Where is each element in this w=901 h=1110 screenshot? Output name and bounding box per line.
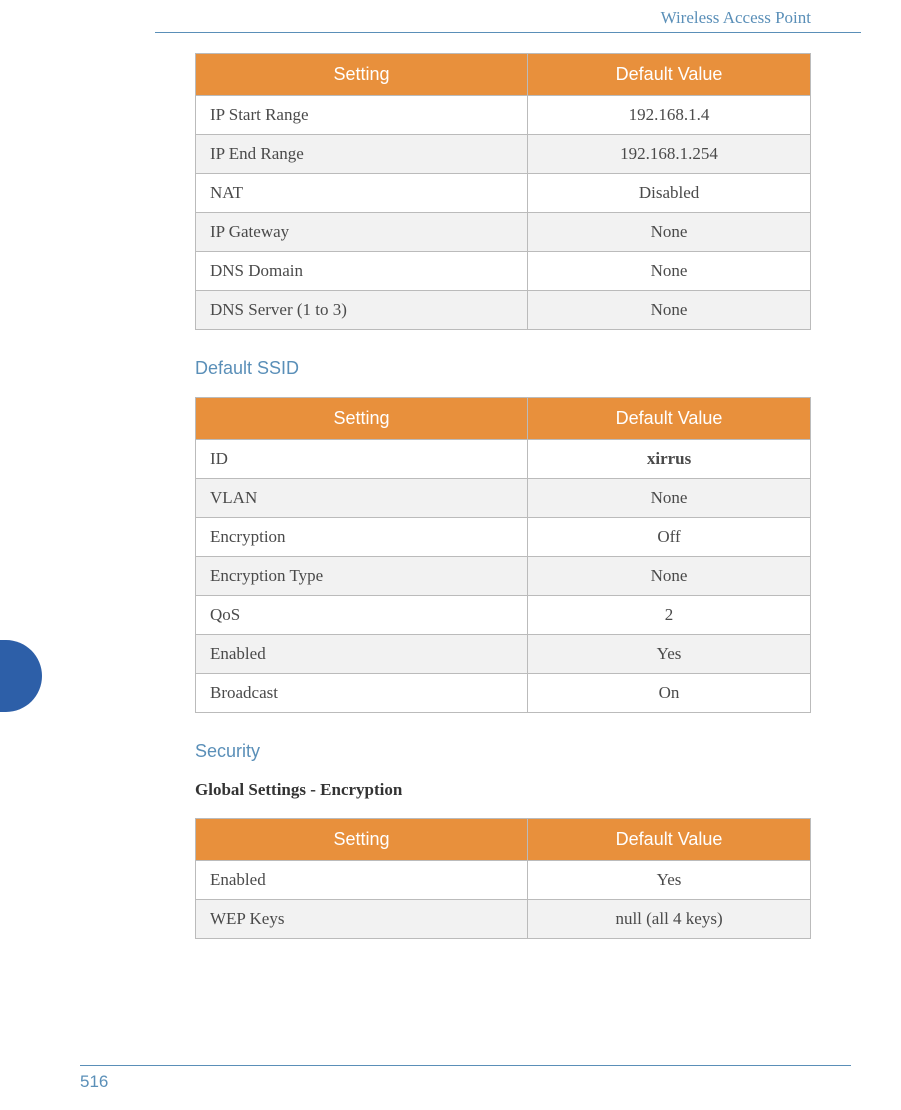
- page-number: 516: [80, 1072, 108, 1091]
- table-header-setting: Setting: [196, 819, 528, 861]
- table-header-default-value: Default Value: [528, 819, 811, 861]
- setting-cell: Encryption: [196, 518, 528, 557]
- table-row: DNS Server (1 to 3)None: [196, 291, 811, 330]
- table1-body: IP Start Range192.168.1.4IP End Range192…: [196, 96, 811, 330]
- table-header-default-value: Default Value: [528, 54, 811, 96]
- table-row: IP End Range192.168.1.254: [196, 135, 811, 174]
- value-cell: 192.168.1.254: [528, 135, 811, 174]
- value-cell: None: [528, 291, 811, 330]
- value-cell: None: [528, 252, 811, 291]
- page-content: Setting Default Value IP Start Range192.…: [195, 33, 811, 939]
- table-row: IDxirrus: [196, 440, 811, 479]
- table-header-setting: Setting: [196, 54, 528, 96]
- value-cell: Yes: [528, 635, 811, 674]
- settings-table-network: Setting Default Value IP Start Range192.…: [195, 53, 811, 330]
- table-row: QoS2: [196, 596, 811, 635]
- value-cell: None: [528, 213, 811, 252]
- table-row: DNS DomainNone: [196, 252, 811, 291]
- setting-cell: ID: [196, 440, 528, 479]
- setting-cell: Enabled: [196, 861, 528, 900]
- setting-cell: Enabled: [196, 635, 528, 674]
- value-cell: On: [528, 674, 811, 713]
- value-cell: None: [528, 479, 811, 518]
- page-header: Wireless Access Point: [155, 0, 861, 33]
- table-row: BroadcastOn: [196, 674, 811, 713]
- section-heading-default-ssid: Default SSID: [195, 358, 811, 379]
- setting-cell: IP End Range: [196, 135, 528, 174]
- table-header-default-value: Default Value: [528, 398, 811, 440]
- setting-cell: VLAN: [196, 479, 528, 518]
- table3-body: EnabledYesWEP Keysnull (all 4 keys): [196, 861, 811, 939]
- value-cell: Yes: [528, 861, 811, 900]
- page-footer: 516: [80, 1065, 851, 1092]
- setting-cell: DNS Server (1 to 3): [196, 291, 528, 330]
- setting-cell: DNS Domain: [196, 252, 528, 291]
- table-row: VLANNone: [196, 479, 811, 518]
- page-header-title: Wireless Access Point: [661, 8, 811, 27]
- value-cell: None: [528, 557, 811, 596]
- table-row: NATDisabled: [196, 174, 811, 213]
- side-tab-marker: [0, 640, 42, 712]
- table-row: WEP Keysnull (all 4 keys): [196, 900, 811, 939]
- value-cell: Disabled: [528, 174, 811, 213]
- table-row: IP Start Range192.168.1.4: [196, 96, 811, 135]
- table-row: IP GatewayNone: [196, 213, 811, 252]
- setting-cell: IP Start Range: [196, 96, 528, 135]
- table-header-setting: Setting: [196, 398, 528, 440]
- setting-cell: QoS: [196, 596, 528, 635]
- table-row: Encryption TypeNone: [196, 557, 811, 596]
- setting-cell: WEP Keys: [196, 900, 528, 939]
- table2-body: IDxirrusVLANNoneEncryptionOffEncryption …: [196, 440, 811, 713]
- value-cell: 192.168.1.4: [528, 96, 811, 135]
- table-row: EnabledYes: [196, 635, 811, 674]
- value-cell: null (all 4 keys): [528, 900, 811, 939]
- value-cell: xirrus: [528, 440, 811, 479]
- setting-cell: NAT: [196, 174, 528, 213]
- setting-cell: IP Gateway: [196, 213, 528, 252]
- subsection-heading-global-encryption: Global Settings - Encryption: [195, 780, 811, 800]
- settings-table-ssid: Setting Default Value IDxirrusVLANNoneEn…: [195, 397, 811, 713]
- settings-table-security: Setting Default Value EnabledYesWEP Keys…: [195, 818, 811, 939]
- setting-cell: Broadcast: [196, 674, 528, 713]
- table-row: EnabledYes: [196, 861, 811, 900]
- value-cell: Off: [528, 518, 811, 557]
- section-heading-security: Security: [195, 741, 811, 762]
- setting-cell: Encryption Type: [196, 557, 528, 596]
- value-cell: 2: [528, 596, 811, 635]
- table-row: EncryptionOff: [196, 518, 811, 557]
